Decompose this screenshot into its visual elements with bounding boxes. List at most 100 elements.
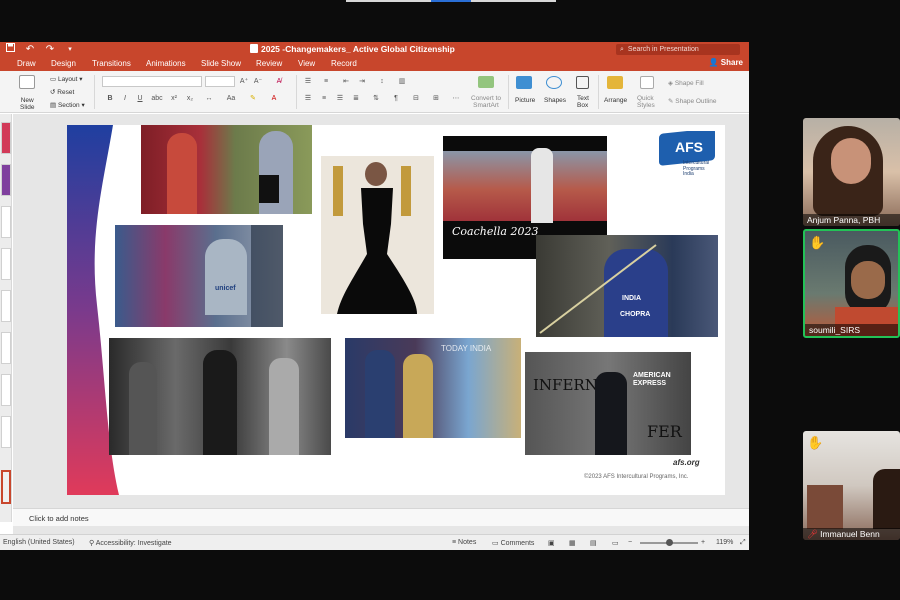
screen: ↶ ↷ ▾ 2025 -Changemakers_ Active Global … <box>0 0 900 600</box>
justify-icon[interactable]: ≣ <box>350 94 362 103</box>
slide-thumbnail[interactable] <box>1 248 11 280</box>
language-status[interactable]: English (United States) <box>3 539 75 546</box>
comments-button[interactable]: ▭ Comments <box>492 539 534 547</box>
text-direction-icon[interactable]: ⇅ <box>370 94 382 103</box>
superscript-icon[interactable]: x² <box>168 94 180 103</box>
increase-indent-icon[interactable]: ⇥ <box>356 77 368 86</box>
smartart-icon[interactable] <box>478 76 494 88</box>
line-spacing-icon[interactable]: ↕ <box>376 77 388 86</box>
character-spacing-icon[interactable]: ↔ <box>203 94 215 103</box>
font-size-select[interactable] <box>205 76 235 87</box>
quick-styles-icon[interactable] <box>640 76 654 89</box>
decrease-font-icon[interactable]: A⁻ <box>252 77 264 86</box>
text-box-icon[interactable] <box>576 76 589 89</box>
accessibility-status[interactable]: ⚲ Accessibility: Investigate <box>89 539 172 547</box>
clear-formatting-icon[interactable]: A̸ <box>273 77 285 86</box>
change-case-icon[interactable]: Aa <box>225 94 237 103</box>
paragraph-settings-icon[interactable]: ⋯ <box>450 94 462 103</box>
subscript-icon[interactable]: x₂ <box>184 94 196 103</box>
photo-aishwarya-oprah[interactable] <box>141 125 312 214</box>
align-text-icon[interactable]: ⊟ <box>410 94 422 103</box>
tab-view[interactable]: View <box>298 59 315 68</box>
undo-icon[interactable]: ↶ <box>24 43 36 56</box>
strikethrough-icon[interactable]: abc <box>151 94 163 103</box>
slide-thumbnail[interactable] <box>1 416 11 448</box>
shapes-button[interactable]: Shapes <box>544 97 566 104</box>
section-button[interactable]: ▤ Section ▾ <box>50 101 85 109</box>
zoom-level[interactable]: 119% <box>716 539 733 546</box>
tab-review[interactable]: Review <box>256 59 282 68</box>
slide-thumbnail-active[interactable] <box>1 470 11 504</box>
convert-to-smartart-button[interactable]: Convert to SmartArt <box>471 95 501 109</box>
slide-sorter-icon[interactable]: ▦ <box>569 539 576 547</box>
quick-styles-button[interactable]: Quick Styles <box>637 95 655 109</box>
numbering-icon[interactable]: ≡ <box>320 77 332 86</box>
photo-black-gown[interactable] <box>321 156 434 314</box>
bold-icon[interactable]: B <box>104 94 116 103</box>
text-box-button[interactable]: Text Box <box>577 95 589 109</box>
slide-thumbnail[interactable] <box>1 122 11 154</box>
bullets-icon[interactable]: ☰ <box>302 77 314 86</box>
picture-button[interactable]: Picture <box>515 97 535 104</box>
tab-transitions[interactable]: Transitions <box>92 59 131 68</box>
zoom-out-icon[interactable]: − <box>628 539 632 546</box>
tab-record[interactable]: Record <box>331 59 357 68</box>
zoom-slider-thumb[interactable] <box>666 539 673 546</box>
tab-design[interactable]: Design <box>51 59 76 68</box>
slide-thumbnail[interactable] <box>1 374 11 406</box>
normal-view-icon[interactable]: ▣ <box>548 539 555 547</box>
photo-javelin[interactable]: INDIA CHOPRA <box>536 235 718 337</box>
highlight-icon[interactable]: ✎ <box>247 94 259 103</box>
notes-pane[interactable]: Click to add notes <box>13 508 749 526</box>
photo-couple[interactable]: TODAY INDIA <box>345 338 521 438</box>
underline-icon[interactable]: U <box>134 94 146 103</box>
photo-unicef[interactable]: unicef <box>115 225 283 327</box>
columns-icon[interactable]: ▥ <box>396 77 408 86</box>
tab-draw[interactable]: Draw <box>17 59 36 68</box>
decrease-indent-icon[interactable]: ⇤ <box>340 77 352 86</box>
slide-thumbnail[interactable] <box>1 206 11 238</box>
rtl-icon[interactable]: ¶ <box>390 94 402 103</box>
tab-animations[interactable]: Animations <box>146 59 186 68</box>
shape-fill-button[interactable]: ◈ Shape Fill <box>668 79 704 87</box>
search-input[interactable]: ⌕ Search in Presentation <box>616 44 740 55</box>
layout-button[interactable]: ▭ Layout ▾ <box>50 75 83 83</box>
vertical-align-icon[interactable]: ⊞ <box>430 94 442 103</box>
notes-placeholder[interactable]: Click to add notes <box>29 514 89 523</box>
shapes-icon[interactable] <box>546 76 562 89</box>
shape-outline-button[interactable]: ✎ Shape Outline <box>668 97 716 105</box>
align-right-icon[interactable]: ☰ <box>334 94 346 103</box>
zoom-in-icon[interactable]: + <box>701 539 705 546</box>
arrange-button[interactable]: Arrange <box>604 97 627 104</box>
arrange-icon[interactable] <box>607 76 623 89</box>
photo-vintage-bw[interactable] <box>109 338 331 455</box>
italic-icon[interactable]: I <box>119 94 131 103</box>
slide-thumbnail[interactable] <box>1 332 11 364</box>
reading-view-icon[interactable]: ▤ <box>590 539 597 547</box>
new-slide-icon[interactable] <box>19 75 35 89</box>
increase-font-icon[interactable]: A⁺ <box>238 77 250 86</box>
reset-button[interactable]: ↺ Reset <box>50 88 74 96</box>
font-color-icon[interactable]: A <box>268 94 280 103</box>
save-icon[interactable] <box>4 43 16 56</box>
redo-icon[interactable]: ↷ <box>44 43 56 56</box>
photo-inferno-premiere[interactable]: INFERNO AMERICAN EXPRESS FER <box>525 352 691 455</box>
share-button[interactable]: 👤 Share <box>709 58 743 67</box>
new-slide-button[interactable]: New Slide <box>20 97 34 111</box>
notes-button[interactable]: ≡ Notes <box>452 539 476 546</box>
footer-site: afs.org <box>673 458 700 467</box>
fit-to-window-icon[interactable]: ⤢ <box>740 539 746 547</box>
slide-thumbnail[interactable] <box>1 290 11 322</box>
slide-thumbnail[interactable] <box>1 164 11 196</box>
align-center-icon[interactable]: ≡ <box>318 94 330 103</box>
font-name-select[interactable] <box>102 76 202 87</box>
participant-tile[interactable]: Anjum Panna, PBH <box>803 118 900 226</box>
participant-tile[interactable]: ✋ 🎤︎ Immanuel Benn <box>803 431 900 540</box>
tab-slide-show[interactable]: Slide Show <box>201 59 241 68</box>
picture-icon[interactable] <box>516 76 532 89</box>
customize-chevron-icon[interactable]: ▾ <box>64 43 76 56</box>
slideshow-view-icon[interactable]: ▭ <box>612 539 619 547</box>
align-left-icon[interactable]: ☰ <box>302 94 314 103</box>
participant-tile-active-speaker[interactable]: ✋ soumili_SIRS <box>803 229 900 338</box>
search-icon: ⌕ <box>620 46 624 53</box>
